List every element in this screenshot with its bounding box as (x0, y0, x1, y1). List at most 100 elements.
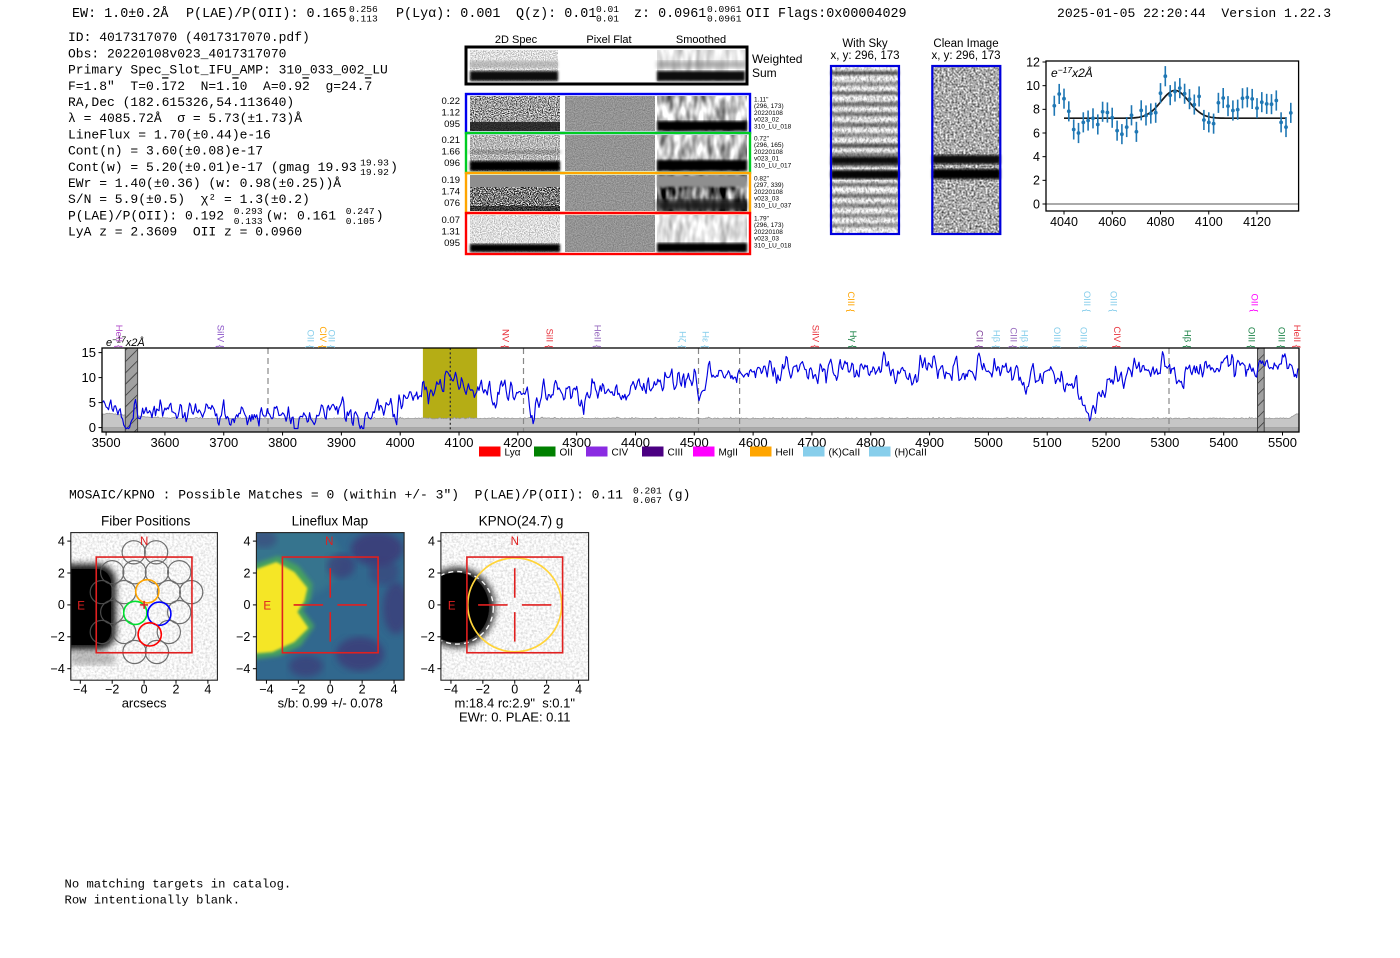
svg-text:2: 2 (243, 566, 250, 580)
svg-text:OII {: OII { (326, 330, 337, 348)
svg-text:λ = 4085.72Å σ = 5.73(±1.73)Å: λ = 4085.72Å σ = 5.73(±1.73)Å (68, 111, 302, 126)
svg-text:2: 2 (543, 683, 550, 697)
svg-text:0.067: 0.067 (633, 495, 662, 506)
svg-text:0.105: 0.105 (346, 216, 375, 227)
svg-text:Hβ {: Hβ { (1182, 330, 1193, 348)
svg-text:Hγ {: Hγ { (847, 331, 858, 348)
svg-text:Sum: Sum (752, 66, 777, 80)
svg-text:4: 4 (243, 534, 250, 548)
svg-text:310_LU_018: 310_LU_018 (754, 242, 792, 249)
svg-text:P(LAE)/P(OII): 0.165: P(LAE)/P(OII): 0.165 (186, 7, 347, 22)
svg-text:OIII {: OIII { (1081, 291, 1092, 312)
svg-text:CIII {: CIII { (845, 291, 856, 312)
svg-text:Primary Spec_Slot_IFU_AMP: 310: Primary Spec_Slot_IFU_AMP: 310_033_002_L… (68, 63, 388, 78)
svg-text:MgII: MgII (719, 448, 738, 459)
svg-text:Fiber Positions: Fiber Positions (101, 514, 191, 529)
svg-text:5300: 5300 (1150, 435, 1179, 450)
svg-text:): ) (376, 208, 384, 223)
svg-text:Row intentionally blank.: Row intentionally blank. (65, 894, 241, 908)
svg-text:0.21: 0.21 (442, 135, 461, 146)
svg-text:SiIV {: SiIV { (810, 325, 821, 348)
svg-text:6: 6 (1033, 126, 1040, 140)
svg-text:310_LU_037: 310_LU_037 (754, 202, 792, 209)
svg-text:P(LAE)/P(OII): 0.192: P(LAE)/P(OII): 0.192 (68, 208, 224, 223)
svg-text:2D Spec: 2D Spec (495, 34, 538, 46)
svg-text:Weighted: Weighted (752, 52, 802, 66)
svg-text:3500: 3500 (92, 435, 121, 450)
svg-text:CIV {: CIV { (1111, 326, 1122, 348)
svg-text:4: 4 (1033, 150, 1040, 164)
svg-text:OIII {: OIII { (1108, 291, 1119, 312)
svg-text:Cont(w) = 5.20(±0.01)e-17 (gma: Cont(w) = 5.20(±0.01)e-17 (gmag 19.93 (68, 160, 357, 175)
svg-text:2025-01-05 22:20:44 Version 1: 2025-01-05 22:20:44 Version 1.22.3 (1057, 6, 1331, 21)
svg-text:096: 096 (444, 158, 460, 169)
svg-text:Hζ {: Hζ { (677, 331, 688, 348)
svg-text:4060: 4060 (1098, 215, 1126, 229)
svg-text:LineFlux = 1.70(±0.44)e-16: LineFlux = 1.70(±0.44)e-16 (68, 127, 271, 142)
svg-text:0.22: 0.22 (442, 96, 461, 107)
svg-text:0.19: 0.19 (442, 175, 461, 186)
svg-text:OIII {: OIII { (1051, 327, 1062, 348)
svg-text:Q(z): 0.01: Q(z): 0.01 (516, 7, 596, 22)
svg-text:1.66: 1.66 (442, 146, 461, 157)
svg-text:F=1.8" T=0.172 N=1.10 A=0.9: F=1.8" T=0.172 N=1.10 A=0.92 g=24.7 (68, 79, 372, 94)
svg-text:OII: OII (560, 448, 573, 459)
svg-text:3900: 3900 (327, 435, 356, 450)
svg-text:2: 2 (58, 566, 65, 580)
svg-text:1.31: 1.31 (442, 226, 461, 237)
svg-text:4100: 4100 (445, 435, 474, 450)
svg-text:P(Lyα): 0.001: P(Lyα): 0.001 (396, 7, 500, 22)
svg-text:SiIV {: SiIV { (215, 325, 226, 348)
svg-text:Lineflux Map: Lineflux Map (292, 514, 369, 529)
svg-text:Pixel Flat: Pixel Flat (586, 34, 631, 46)
svg-text:E: E (263, 601, 271, 613)
svg-text:5200: 5200 (1092, 435, 1121, 450)
svg-text:−2: −2 (421, 630, 435, 644)
svg-text:KPNO(24.7) g: KPNO(24.7) g (479, 514, 564, 529)
svg-text:0.0961: 0.0961 (707, 13, 742, 24)
svg-text:−2: −2 (291, 683, 305, 697)
svg-text:E: E (448, 601, 456, 613)
svg-text:Flags:0x00004029: Flags:0x00004029 (778, 7, 907, 22)
svg-text:Hε {: Hε { (700, 331, 711, 348)
svg-text:095: 095 (444, 119, 460, 130)
svg-text:OII: OII (746, 7, 770, 22)
svg-text:HeII {: HeII { (1291, 325, 1302, 348)
svg-text:): ) (390, 160, 398, 175)
svg-text:3800: 3800 (268, 435, 297, 450)
svg-text:CIII: CIII (668, 448, 684, 459)
svg-text:−4: −4 (73, 683, 87, 697)
svg-text:0.133: 0.133 (234, 216, 263, 227)
svg-text:RA,Dec (182.615326,54.113640): RA,Dec (182.615326,54.113640) (68, 95, 294, 110)
svg-text:EWr = 1.40(±0.36) (w: 0.98(±0.: EWr = 1.40(±0.36) (w: 0.98(±0.25))Å (68, 176, 341, 191)
svg-text:OIII {: OIII { (1246, 327, 1257, 348)
svg-text:3600: 3600 (150, 435, 179, 450)
svg-text:(g): (g) (667, 488, 690, 503)
svg-text:HeII {: HeII { (592, 325, 603, 348)
svg-text:Hβ {: Hβ { (1019, 330, 1030, 348)
svg-text:2: 2 (428, 566, 435, 580)
svg-text:e−17x2Å: e−17x2Å (1051, 65, 1093, 80)
svg-text:E: E (77, 601, 85, 613)
svg-text:5: 5 (89, 395, 96, 410)
svg-text:2: 2 (173, 683, 180, 697)
svg-text:−2: −2 (476, 683, 490, 697)
svg-text:310_LU_018: 310_LU_018 (754, 123, 792, 130)
svg-text:OIII {: OIII { (1276, 327, 1287, 348)
svg-text:1.12: 1.12 (442, 107, 461, 118)
svg-text:5100: 5100 (1033, 435, 1062, 450)
svg-text:z: 0.0961: z: 0.0961 (634, 7, 706, 22)
svg-text:EW: 1.0±0.2Å: EW: 1.0±0.2Å (72, 6, 169, 22)
svg-text:0: 0 (58, 598, 65, 612)
svg-text:8: 8 (1033, 103, 1040, 117)
svg-text:s/b: 0.99 +/- 0.078: s/b: 0.99 +/- 0.078 (278, 696, 383, 711)
svg-text:15: 15 (82, 345, 96, 360)
svg-text:With Sky: With Sky (842, 38, 888, 50)
svg-text:19.92: 19.92 (360, 167, 389, 178)
svg-text:−4: −4 (421, 662, 435, 676)
svg-text:4: 4 (391, 683, 398, 697)
svg-text:4100: 4100 (1195, 215, 1223, 229)
svg-text:EWr: 0. PLAE: 0.11: EWr: 0. PLAE: 0.11 (459, 710, 571, 725)
svg-text:12: 12 (1026, 55, 1040, 69)
svg-text:HeII {: HeII { (113, 325, 124, 348)
